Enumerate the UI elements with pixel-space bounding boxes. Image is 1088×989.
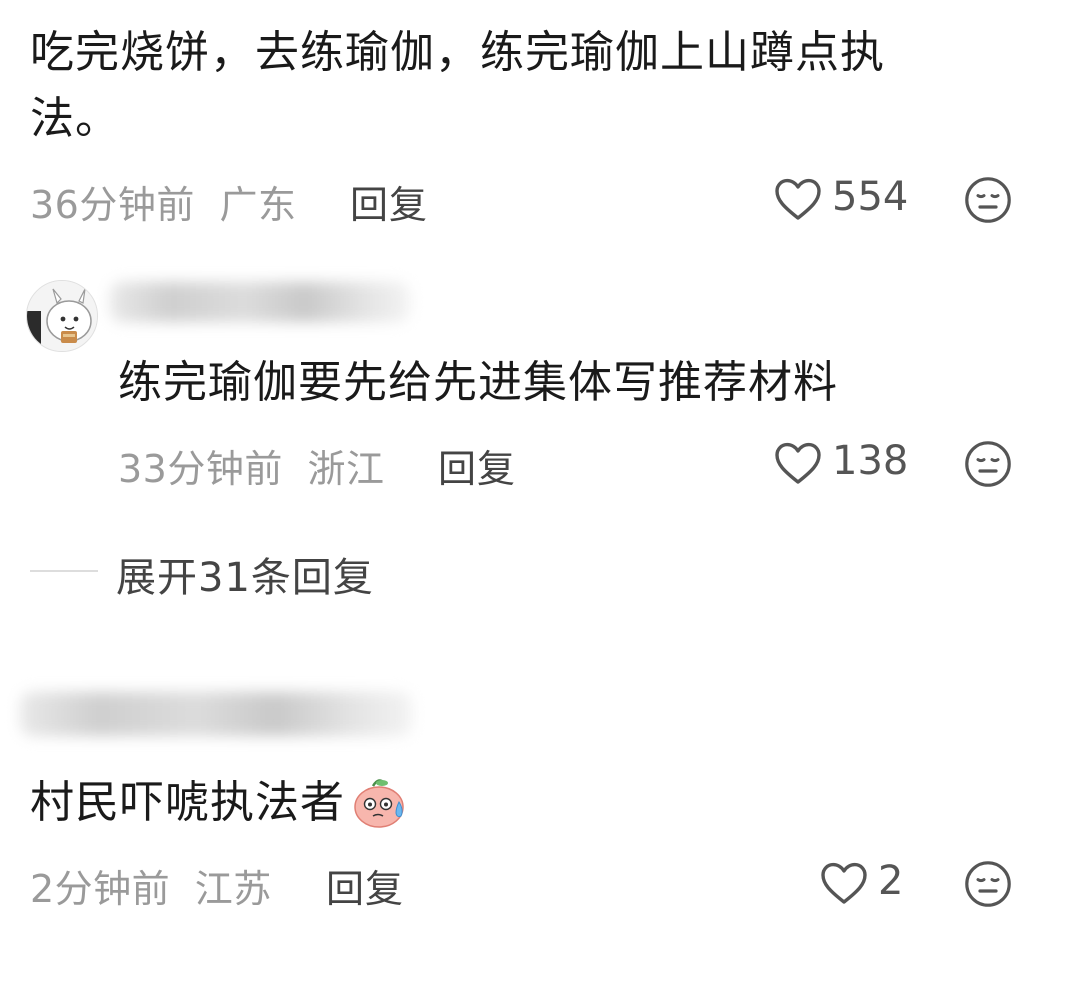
blurred-username (110, 282, 410, 322)
comment-3-time: 2分钟前 (30, 867, 171, 911)
comment-1-text-line1: 吃完烧饼，去练瑜伽，练完瑜伽上山蹲点执 (30, 27, 885, 78)
blurred-username (20, 692, 412, 736)
comment-2-reply-button[interactable]: 回复 (438, 438, 516, 493)
meh-face-icon[interactable] (964, 860, 1012, 908)
comment-3-meta: 2分钟前 江苏 (30, 858, 272, 913)
comment-1-text: 吃完烧饼，去练瑜伽，练完瑜伽上山蹲点执 法。 (30, 20, 1030, 152)
comment-3-like-count: 2 (878, 858, 904, 904)
comment-3-text: 村民吓唬执法者 (30, 777, 345, 828)
comment-3-reply-button[interactable]: 回复 (326, 858, 404, 913)
comment-2-text: 练完瑜伽要先给先进集体写推荐材料 (118, 357, 838, 408)
meh-face-icon[interactable] (964, 440, 1012, 488)
sweating-face-emoji-icon (351, 774, 409, 832)
heart-icon[interactable] (774, 440, 822, 486)
comment-1-meta: 36分钟前 广东 (30, 174, 296, 229)
expand-divider-line (30, 570, 98, 572)
comment-2-location: 浙江 (307, 447, 385, 491)
heart-icon[interactable] (820, 860, 868, 906)
avatar[interactable] (26, 280, 98, 352)
comment-1-reply-button[interactable]: 回复 (350, 174, 428, 229)
comment-1-text-line2: 法。 (30, 93, 120, 144)
comment-2-meta: 33分钟前 浙江 (118, 438, 384, 493)
comment-3-text-row: 村民吓唬执法者 (30, 770, 409, 836)
comment-1-like-count: 554 (832, 174, 909, 220)
comment-3-location: 江苏 (194, 867, 272, 911)
comment-2-like-count: 138 (832, 438, 909, 484)
expand-replies-button[interactable]: 展开31条回复 (116, 545, 374, 603)
comment-1-location: 广东 (219, 183, 297, 227)
meh-face-icon[interactable] (964, 176, 1012, 224)
comment-1-time: 36分钟前 (30, 183, 195, 227)
heart-icon[interactable] (774, 176, 822, 222)
comment-2-time: 33分钟前 (118, 447, 283, 491)
